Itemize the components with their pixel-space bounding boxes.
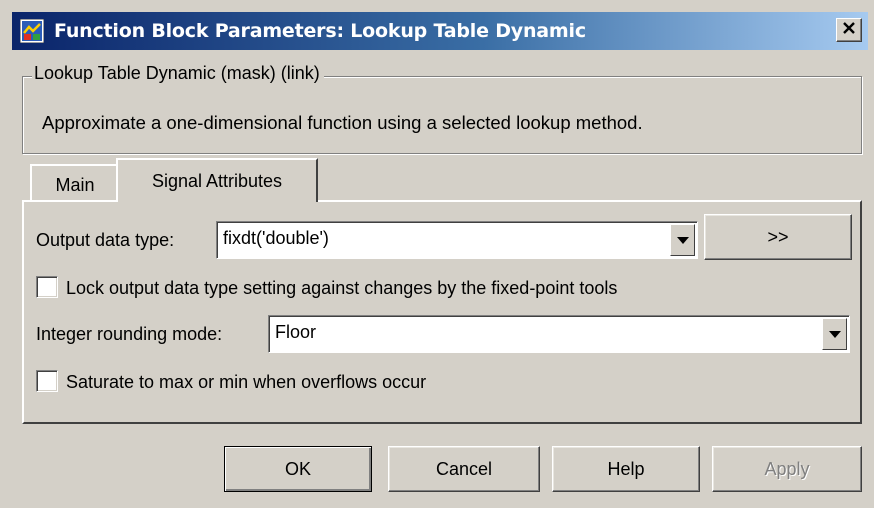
output-data-type-combo[interactable]: fixdt('double') <box>216 221 698 259</box>
help-label: Help <box>607 458 645 479</box>
integer-rounding-mode-combo[interactable]: Floor <box>268 315 850 353</box>
title-bar[interactable]: Function Block Parameters: Lookup Table … <box>12 12 868 50</box>
group-legend: Lookup Table Dynamic (mask) (link) <box>32 63 324 84</box>
output-data-type-dropdown[interactable] <box>670 224 695 256</box>
help-button[interactable]: Help <box>552 446 700 492</box>
output-data-type-label: Output data type: <box>36 230 175 250</box>
saturate-checkbox[interactable] <box>36 370 58 392</box>
tab-signal-attributes[interactable]: Signal Attributes <box>116 158 318 202</box>
output-data-type-value: fixdt('double') <box>223 228 329 248</box>
integer-rounding-mode-dropdown[interactable] <box>822 318 847 350</box>
tab-signal-attributes-label: Signal Attributes <box>151 171 283 191</box>
integer-rounding-mode-value: Floor <box>275 322 317 342</box>
dialog-window: Function Block Parameters: Lookup Table … <box>0 0 874 508</box>
data-type-assistant-label: >> <box>767 226 789 247</box>
close-icon <box>842 21 856 40</box>
simulink-block-icon <box>19 18 45 44</box>
apply-label: Apply <box>764 458 810 479</box>
lock-output-checkbox[interactable] <box>36 276 58 298</box>
block-description: Approximate a one-dimensional function u… <box>42 112 643 133</box>
window-title: Function Block Parameters: Lookup Table … <box>54 20 586 42</box>
ok-button[interactable]: OK <box>224 446 372 492</box>
cancel-button[interactable]: Cancel <box>388 446 540 492</box>
saturate-label: Saturate to max or min when overflows oc… <box>66 372 427 392</box>
tab-main[interactable]: Main <box>30 164 120 200</box>
tab-main-label: Main <box>55 175 95 195</box>
cancel-label: Cancel <box>435 458 493 479</box>
chevron-down-icon <box>828 330 841 338</box>
lock-output-label: Lock output data type setting against ch… <box>66 278 618 298</box>
integer-rounding-mode-label: Integer rounding mode: <box>36 324 223 344</box>
apply-button[interactable]: Apply <box>712 446 862 492</box>
chevron-down-icon <box>676 236 689 244</box>
close-button[interactable] <box>836 18 862 42</box>
ok-label: OK <box>284 458 311 479</box>
data-type-assistant-button[interactable]: >> <box>704 214 852 260</box>
